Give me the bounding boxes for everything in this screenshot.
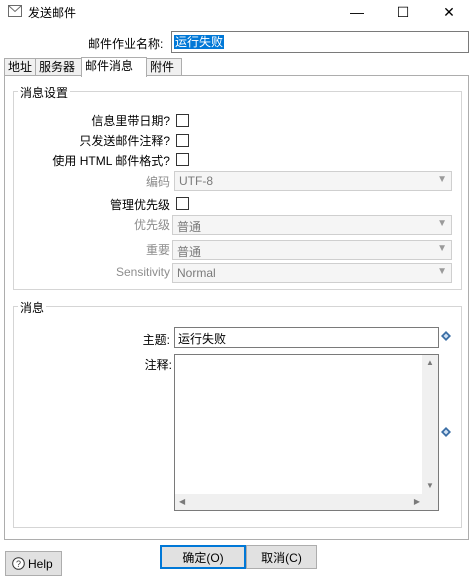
scrollbar-corner xyxy=(422,494,438,510)
comment-label: 注释: xyxy=(144,358,172,372)
job-name-input[interactable]: 运行失败 xyxy=(171,31,469,53)
importance-label: 重要 xyxy=(145,243,170,257)
scroll-down-icon[interactable]: ▼ xyxy=(426,481,434,490)
priority-label: 优先级 xyxy=(133,218,170,232)
tab-address-label: 地址 xyxy=(8,60,33,74)
variable-diamond-icon[interactable] xyxy=(441,427,451,437)
scroll-left-icon[interactable]: ◀ xyxy=(179,497,185,506)
chevron-down-icon: ▼ xyxy=(437,243,447,254)
manage-priority-label: 管理优先级 xyxy=(109,198,170,212)
close-button[interactable]: ✕ xyxy=(426,0,472,24)
only-comment-checkbox[interactable] xyxy=(176,134,189,147)
subject-value: 运行失败 xyxy=(178,332,227,346)
help-label: Help xyxy=(28,556,53,571)
mail-icon xyxy=(8,5,22,17)
maximize-button[interactable]: ☐ xyxy=(380,0,426,24)
job-name-value: 运行失败 xyxy=(174,35,225,49)
subject-input[interactable]: 运行失败 xyxy=(174,327,439,348)
scroll-up-icon[interactable]: ▲ xyxy=(426,358,434,367)
tab-address[interactable]: 地址 xyxy=(4,58,36,76)
sensitivity-value: Normal xyxy=(177,266,216,280)
svg-text:?: ? xyxy=(16,559,21,569)
tab-server-label: 服务器 xyxy=(39,60,76,74)
tab-attachments-label: 附件 xyxy=(150,60,175,74)
tab-email-message[interactable]: 邮件消息 xyxy=(81,57,147,77)
include-date-checkbox[interactable] xyxy=(176,114,189,127)
ok-button[interactable]: 确定(O) xyxy=(160,545,246,569)
close-icon: ✕ xyxy=(443,3,455,20)
cancel-button[interactable]: 取消(C) xyxy=(246,545,317,569)
tab-email-message-label: 邮件消息 xyxy=(85,59,134,73)
importance-value: 普通 xyxy=(177,245,202,259)
minimize-button[interactable]: — xyxy=(334,0,380,24)
window-title: 发送邮件 xyxy=(28,6,77,20)
importance-select[interactable]: 普通 ▼ xyxy=(172,240,452,260)
subject-label: 主题: xyxy=(142,333,170,347)
vertical-scrollbar[interactable]: ▲ ▼ xyxy=(422,355,438,495)
encoding-value: UTF-8 xyxy=(179,174,213,188)
help-icon: ? xyxy=(12,557,25,570)
only-comment-label: 只发送邮件注释? xyxy=(79,134,170,148)
message-group-title: 消息 xyxy=(18,299,47,316)
encoding-label: 编码 xyxy=(145,175,170,189)
horizontal-scrollbar[interactable]: ◀ ▶ xyxy=(175,494,424,510)
include-date-label: 信息里带日期? xyxy=(91,114,170,128)
sensitivity-label: Sensitivity xyxy=(115,265,170,279)
minimize-icon: — xyxy=(350,4,364,20)
html-format-checkbox[interactable] xyxy=(176,153,189,166)
chevron-down-icon: ▼ xyxy=(437,218,447,229)
title-bar: 发送邮件 — ☐ ✕ xyxy=(0,0,474,24)
settings-group-title: 消息设置 xyxy=(18,84,71,101)
job-name-label: 邮件作业名称: xyxy=(88,37,164,51)
sensitivity-select[interactable]: Normal ▼ xyxy=(172,263,452,283)
tab-server[interactable]: 服务器 xyxy=(35,58,82,76)
manage-priority-checkbox[interactable] xyxy=(176,197,189,210)
variable-diamond-icon[interactable] xyxy=(441,331,451,341)
scroll-right-icon[interactable]: ▶ xyxy=(414,497,420,506)
ok-label: 确定(O) xyxy=(182,550,224,565)
priority-value: 普通 xyxy=(177,220,202,234)
priority-select[interactable]: 普通 ▼ xyxy=(172,215,452,235)
cancel-label: 取消(C) xyxy=(261,550,302,565)
maximize-icon: ☐ xyxy=(396,3,410,20)
encoding-select[interactable]: UTF-8 ▼ xyxy=(174,171,452,191)
comment-textarea[interactable]: ▲ ▼ ◀ ▶ xyxy=(174,354,439,511)
chevron-down-icon: ▼ xyxy=(437,266,447,277)
help-button[interactable]: ? Help xyxy=(5,551,62,576)
html-format-label: 使用 HTML 邮件格式? xyxy=(52,154,170,168)
chevron-down-icon: ▼ xyxy=(437,174,447,185)
tab-attachments[interactable]: 附件 xyxy=(146,58,182,76)
